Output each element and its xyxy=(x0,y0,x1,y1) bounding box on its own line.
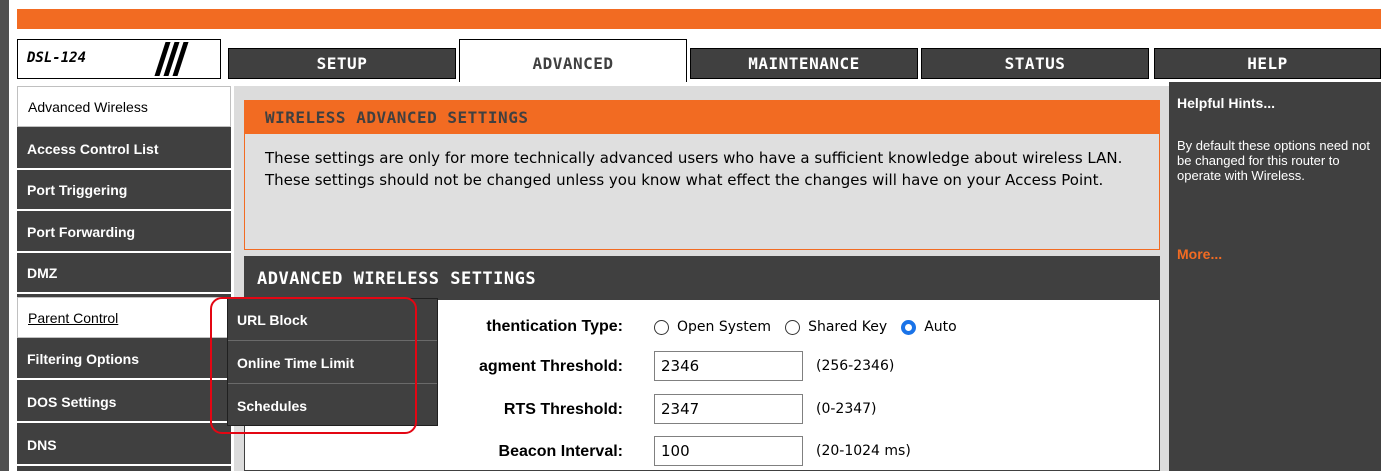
fragment-threshold-label: agment Threshold: xyxy=(478,358,623,375)
banner-separator xyxy=(17,29,1381,39)
tab-label: SETUP xyxy=(316,54,368,73)
panel-title: ADVANCED WIRELESS SETTINGS xyxy=(245,257,1159,300)
sidebar-item-label: DOS Settings xyxy=(27,393,117,410)
top-tab-bar: SETUP ADVANCED MAINTENANCE STATUS HELP xyxy=(228,39,1381,82)
tab-advanced[interactable]: ADVANCED xyxy=(459,39,687,82)
beacon-interval-range: (20-1024 ms) xyxy=(816,443,911,459)
submenu-item-online-time-limit[interactable]: Online Time Limit xyxy=(228,342,437,384)
submenu-item-label: Schedules xyxy=(237,398,308,414)
hints-title: Helpful Hints... xyxy=(1177,95,1275,111)
info-box-text: These settings are only for more technic… xyxy=(265,149,1123,189)
tab-help[interactable]: HELP xyxy=(1154,48,1381,79)
rts-threshold-label: RTS Threshold: xyxy=(503,401,623,418)
sidebar-item-label: Advanced Wireless xyxy=(28,98,148,115)
sidebar-item-parent-control[interactable]: Parent Control xyxy=(17,297,231,338)
sidebar-item-port-triggering[interactable]: Port Triggering xyxy=(17,170,231,211)
sidebar-item-access-control-list[interactable]: Access Control List xyxy=(17,129,231,170)
sidebar-item-label: Access Control List xyxy=(27,140,159,157)
radio-auto[interactable] xyxy=(901,319,917,335)
sidebar-item-label: Filtering Options xyxy=(27,350,139,367)
radio-shared-key[interactable] xyxy=(785,319,801,335)
radio-label: Open System xyxy=(677,319,772,335)
rts-threshold-range: (0-2347) xyxy=(816,401,877,417)
sidebar: Advanced Wireless Access Control List Po… xyxy=(17,86,231,471)
sidebar-item-label: Port Triggering xyxy=(27,181,128,198)
submenu-item-label: Online Time Limit xyxy=(237,354,355,371)
fragment-threshold-input[interactable]: 2346 xyxy=(654,351,803,381)
radio-open-system[interactable] xyxy=(654,319,669,335)
model-logo: DSL-124 xyxy=(17,39,221,79)
info-box-title: WIRELESS ADVANCED SETTINGS xyxy=(245,101,1159,134)
radio-label: Shared Key xyxy=(808,319,888,335)
parent-control-submenu: URL Block Online Time Limit Schedules xyxy=(227,298,438,426)
sidebar-item-dmz[interactable]: DMZ xyxy=(17,253,231,294)
sidebar-item-filtering-options[interactable]: Filtering Options xyxy=(17,339,231,380)
authentication-type-group: Open System Shared Key Auto xyxy=(654,316,971,338)
submenu-item-schedules[interactable]: Schedules xyxy=(228,385,437,427)
wireless-advanced-info-box: WIRELESS ADVANCED SETTINGS These setting… xyxy=(244,100,1160,250)
beacon-interval-input[interactable]: 100 xyxy=(654,436,803,466)
tab-label: STATUS xyxy=(1004,54,1066,73)
window-left-border xyxy=(0,0,9,471)
sidebar-item-dns[interactable]: DNS xyxy=(17,425,231,466)
sidebar-item-port-forwarding[interactable]: Port Forwarding xyxy=(17,212,231,253)
submenu-item-label: URL Block xyxy=(237,311,308,328)
tab-label: HELP xyxy=(1247,54,1288,73)
beacon-interval-label: Beacon Interval: xyxy=(498,443,623,460)
hints-body: By default these options need not be cha… xyxy=(1177,138,1370,183)
model-name: DSL-124 xyxy=(27,50,87,66)
tab-status[interactable]: STATUS xyxy=(921,48,1149,79)
radio-label: Auto xyxy=(924,319,957,335)
tab-maintenance[interactable]: MAINTENANCE xyxy=(690,48,918,79)
authentication-type-label: thentication Type: xyxy=(486,318,623,335)
sidebar-item-dos-settings[interactable]: DOS Settings xyxy=(17,382,231,423)
helpful-hints-panel: Helpful Hints... By default these option… xyxy=(1169,82,1381,471)
window-left-gap xyxy=(9,0,17,471)
sidebar-item-label: Parent Control xyxy=(28,309,119,326)
tab-label: MAINTENANCE xyxy=(748,54,860,73)
hints-more-link[interactable]: More... xyxy=(1177,246,1222,262)
sidebar-item-label: DNS xyxy=(27,436,57,453)
tab-setup[interactable]: SETUP xyxy=(228,48,456,79)
tab-label: ADVANCED xyxy=(532,54,614,73)
submenu-item-url-block[interactable]: URL Block xyxy=(228,299,437,341)
fragment-threshold-range: (256-2346) xyxy=(816,358,895,374)
rts-threshold-input[interactable]: 2347 xyxy=(654,394,803,424)
sidebar-item-label: DMZ xyxy=(27,264,58,281)
sidebar-item-advanced-wireless[interactable]: Advanced Wireless xyxy=(17,86,231,127)
brand-banner xyxy=(17,9,1381,29)
sidebar-item-label: Port Forwarding xyxy=(27,223,136,240)
top-margin xyxy=(0,0,1381,9)
